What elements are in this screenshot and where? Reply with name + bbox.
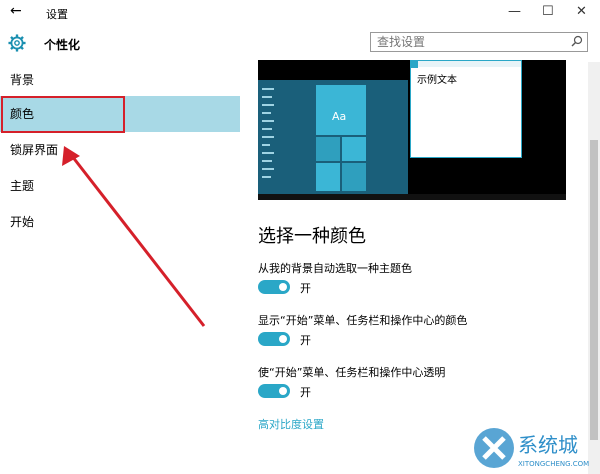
preview-accent-square	[410, 60, 418, 68]
watermark-text: 系统城	[518, 433, 578, 457]
back-arrow-icon[interactable]: ←	[10, 3, 22, 19]
minimize-button[interactable]: —	[508, 4, 521, 19]
preview-menu-lines	[262, 88, 274, 178]
show-color-toggle-state: 开	[300, 334, 311, 347]
watermark-logo: 系统城 XITONGCHENG.COM	[474, 428, 589, 468]
page-header: 个性化	[0, 26, 600, 62]
maximize-button[interactable]: ☐	[542, 4, 554, 19]
preview-tile-text: Aa	[332, 110, 347, 123]
option-auto-color-label: 从我的背景自动选取一种主题色	[258, 262, 412, 275]
sidebar-item-start[interactable]: 开始	[0, 204, 240, 240]
section-heading: 选择一种颜色	[258, 226, 366, 247]
settings-window: ← 设置 — ☐ ✕ 个性化 背景 颜色 锁屏界面 主	[0, 0, 600, 474]
preview-window: 示例文本	[410, 60, 522, 158]
scrollbar-thumb[interactable]	[590, 140, 598, 440]
page-title: 个性化	[44, 38, 81, 52]
title-bar: ← 设置 — ☐ ✕	[0, 0, 600, 26]
search-box[interactable]	[370, 32, 588, 52]
sidebar-item-themes[interactable]: 主题	[0, 168, 240, 204]
watermark-subtext: XITONGCHENG.COM	[518, 460, 589, 468]
annotation-highlight-box	[1, 96, 125, 133]
search-icon[interactable]	[571, 35, 583, 47]
option-show-color-label: 显示“开始”菜单、任务栏和操作中心的颜色	[258, 314, 468, 327]
auto-color-toggle[interactable]	[258, 280, 290, 294]
sidebar-item-lock-screen[interactable]: 锁屏界面	[0, 132, 240, 168]
search-input[interactable]	[377, 34, 567, 50]
option-transparent-label: 使“开始”菜单、任务栏和操作中心透明	[258, 366, 446, 379]
preview-taskbar	[258, 194, 566, 200]
window-title: 设置	[46, 8, 68, 21]
preview-tiles	[316, 85, 366, 191]
preview-sample-text: 示例文本	[417, 75, 457, 86]
close-button[interactable]: ✕	[576, 4, 587, 19]
auto-color-toggle-state: 开	[300, 282, 311, 295]
high-contrast-link[interactable]: 高对比度设置	[258, 416, 324, 432]
transparent-toggle[interactable]	[258, 384, 290, 398]
gear-icon	[8, 34, 26, 52]
sidebar-item-background[interactable]: 背景	[0, 62, 240, 98]
show-color-toggle[interactable]	[258, 332, 290, 346]
transparent-toggle-state: 开	[300, 386, 311, 399]
